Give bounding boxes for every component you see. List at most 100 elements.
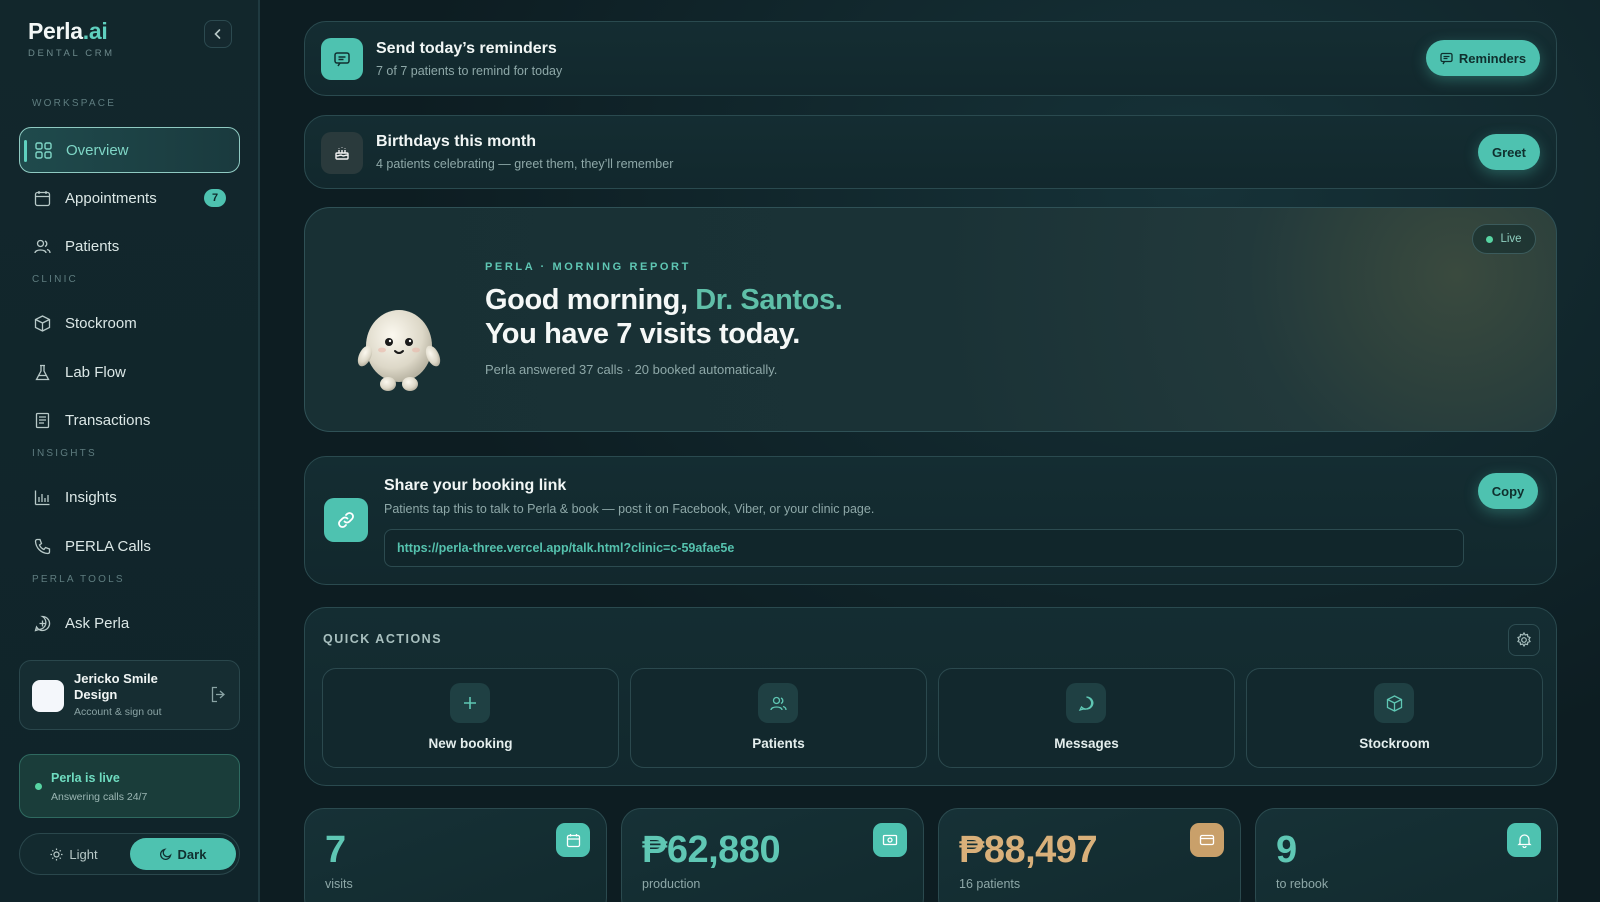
- calendar-icon: [33, 189, 51, 207]
- live-status-badge: Live: [1472, 224, 1536, 254]
- perla-live-status: Perla is live Answering calls 24/7: [19, 754, 240, 818]
- booking-url-field[interactable]: https://perla-three.vercel.app/talk.html…: [384, 529, 1464, 567]
- booking-link-card: Share your booking link Patients tap thi…: [304, 456, 1557, 585]
- quick-action-messages[interactable]: Messages: [938, 668, 1235, 768]
- theme-light-button[interactable]: Light: [24, 838, 124, 870]
- greet-button[interactable]: Greet: [1478, 134, 1540, 170]
- sidebar-item-transactions[interactable]: Transactions: [19, 397, 240, 443]
- sidebar-item-insights[interactable]: Insights: [19, 474, 240, 520]
- sidebar-item-label: Transactions: [65, 411, 151, 429]
- sidebar: Perla.ai DENTAL CRM WORKSPACE Overview A…: [0, 0, 260, 902]
- reminders-title: Send today’s reminders: [376, 40, 557, 57]
- account-name: Jericko Smile Design: [74, 671, 158, 702]
- stat-card-rebook[interactable]: 9 to rebook: [1255, 808, 1558, 902]
- stat-label: visits: [325, 877, 353, 891]
- copy-link-button[interactable]: Copy: [1478, 473, 1538, 509]
- receipt-icon: [33, 411, 51, 429]
- live-status-title: Perla is live: [51, 771, 120, 785]
- sidebar-item-label: Ask Perla: [65, 614, 130, 632]
- morning-report-hero: Live PERLA · MORNING REPORT Good morning…: [304, 207, 1557, 432]
- sidebar-item-label: Overview: [66, 141, 129, 159]
- stat-value: ₱62,880: [642, 829, 781, 871]
- quick-action-new-booking[interactable]: New booking: [322, 668, 619, 768]
- appointments-count-badge: 7: [204, 189, 226, 207]
- quick-action-label: Patients: [752, 736, 805, 751]
- stat-value: 9: [1276, 829, 1297, 871]
- box-icon: [33, 314, 51, 332]
- reminders-card: Send today’s reminders 7 of 7 patients t…: [304, 21, 1557, 96]
- users-icon: [33, 237, 51, 255]
- link-icon: [324, 498, 368, 542]
- brand-logo[interactable]: Perla.ai DENTAL CRM: [28, 18, 115, 59]
- sidebar-item-label: PERLA Calls: [65, 537, 151, 555]
- phone-icon: [33, 537, 51, 555]
- sidebar-item-lab-flow[interactable]: Lab Flow: [19, 349, 240, 395]
- morning-report-kicker: PERLA · MORNING REPORT: [485, 261, 691, 273]
- perla-mascot-icon: [357, 310, 441, 391]
- stat-label: production: [642, 877, 701, 891]
- reminders-subtitle: 7 of 7 patients to remind for today: [376, 64, 563, 78]
- hero-summary: Perla answered 37 calls · 20 booked auto…: [485, 362, 778, 377]
- stat-card-visits[interactable]: 7 visits: [304, 808, 607, 902]
- money-icon: [873, 823, 907, 857]
- sidebar-item-patients[interactable]: Patients: [19, 223, 240, 269]
- sidebar-item-stockroom[interactable]: Stockroom: [19, 300, 240, 346]
- chat-icon: [33, 614, 51, 632]
- quick-action-label: New booking: [428, 736, 513, 751]
- stat-card-patients-revenue[interactable]: ₱88,497 16 patients: [938, 808, 1241, 902]
- sidebar-item-label: Insights: [65, 488, 117, 506]
- sun-icon: [50, 848, 63, 860]
- users-icon: [758, 683, 798, 723]
- quick-actions-title: QUICK ACTIONS: [323, 632, 443, 646]
- sidebar-item-label: Patients: [65, 237, 120, 255]
- account-card[interactable]: Jericko Smile Design Account & sign out: [19, 660, 240, 730]
- card-icon: [1190, 823, 1224, 857]
- avatar: [32, 680, 64, 712]
- stat-label: to rebook: [1276, 877, 1329, 891]
- chat-bubble-icon: [1066, 683, 1106, 723]
- message-icon: [321, 38, 363, 80]
- stat-card-production[interactable]: ₱62,880 production: [621, 808, 924, 902]
- live-dot-icon: [35, 783, 42, 790]
- doctor-name: Dr. Santos.: [695, 284, 843, 316]
- sidebar-item-ask-perla[interactable]: Ask Perla: [19, 600, 240, 646]
- grid-icon: [34, 141, 52, 159]
- hero-greeting: Good morning, Dr. Santos.: [485, 284, 843, 316]
- stat-value: 7: [325, 829, 346, 871]
- cake-icon: [321, 132, 363, 174]
- live-dot-icon: [1486, 235, 1494, 243]
- account-subtitle: Account & sign out: [74, 706, 162, 718]
- sidebar-item-label: Appointments: [65, 189, 157, 207]
- birthdays-card: Birthdays this month 4 patients celebrat…: [304, 115, 1557, 189]
- moon-icon: [159, 848, 172, 860]
- section-label-tools: PERLA TOOLS: [32, 574, 125, 585]
- quick-action-patients[interactable]: Patients: [630, 668, 927, 768]
- sidebar-item-perla-calls[interactable]: PERLA Calls: [19, 523, 240, 569]
- quick-actions-settings-button[interactable]: [1508, 624, 1540, 656]
- main-content: Send today’s reminders 7 of 7 patients t…: [262, 0, 1600, 902]
- birthdays-subtitle: 4 patients celebrating — greet them, the…: [376, 157, 674, 171]
- section-label-clinic: CLINIC: [32, 274, 78, 285]
- booking-link-subtitle: Patients tap this to talk to Perla & boo…: [384, 502, 875, 516]
- section-label-insights: INSIGHTS: [32, 448, 97, 459]
- bell-icon: [1507, 823, 1541, 857]
- sidebar-item-label: Stockroom: [65, 314, 137, 332]
- calendar-icon: [556, 823, 590, 857]
- sidebar-item-overview[interactable]: Overview: [19, 127, 240, 173]
- stat-value: ₱88,497: [959, 829, 1098, 871]
- birthdays-title: Birthdays this month: [376, 133, 537, 150]
- bar-chart-icon: [33, 488, 51, 506]
- theme-toggle: Light Dark: [19, 833, 240, 875]
- plus-icon: [450, 683, 490, 723]
- logout-icon[interactable]: [210, 686, 227, 708]
- quick-action-label: Messages: [1054, 736, 1119, 751]
- theme-dark-button[interactable]: Dark: [130, 838, 236, 870]
- reminders-button[interactable]: Reminders: [1426, 40, 1540, 76]
- brand-name: Perla.ai: [28, 18, 108, 44]
- booking-link-title: Share your booking link: [384, 477, 567, 494]
- brand-subtitle: DENTAL CRM: [28, 48, 115, 59]
- quick-actions-card: QUICK ACTIONS New booking Patients Messa…: [304, 607, 1557, 786]
- quick-action-stockroom[interactable]: Stockroom: [1246, 668, 1543, 768]
- collapse-sidebar-button[interactable]: [204, 20, 232, 48]
- sidebar-item-appointments[interactable]: Appointments 7: [19, 175, 240, 221]
